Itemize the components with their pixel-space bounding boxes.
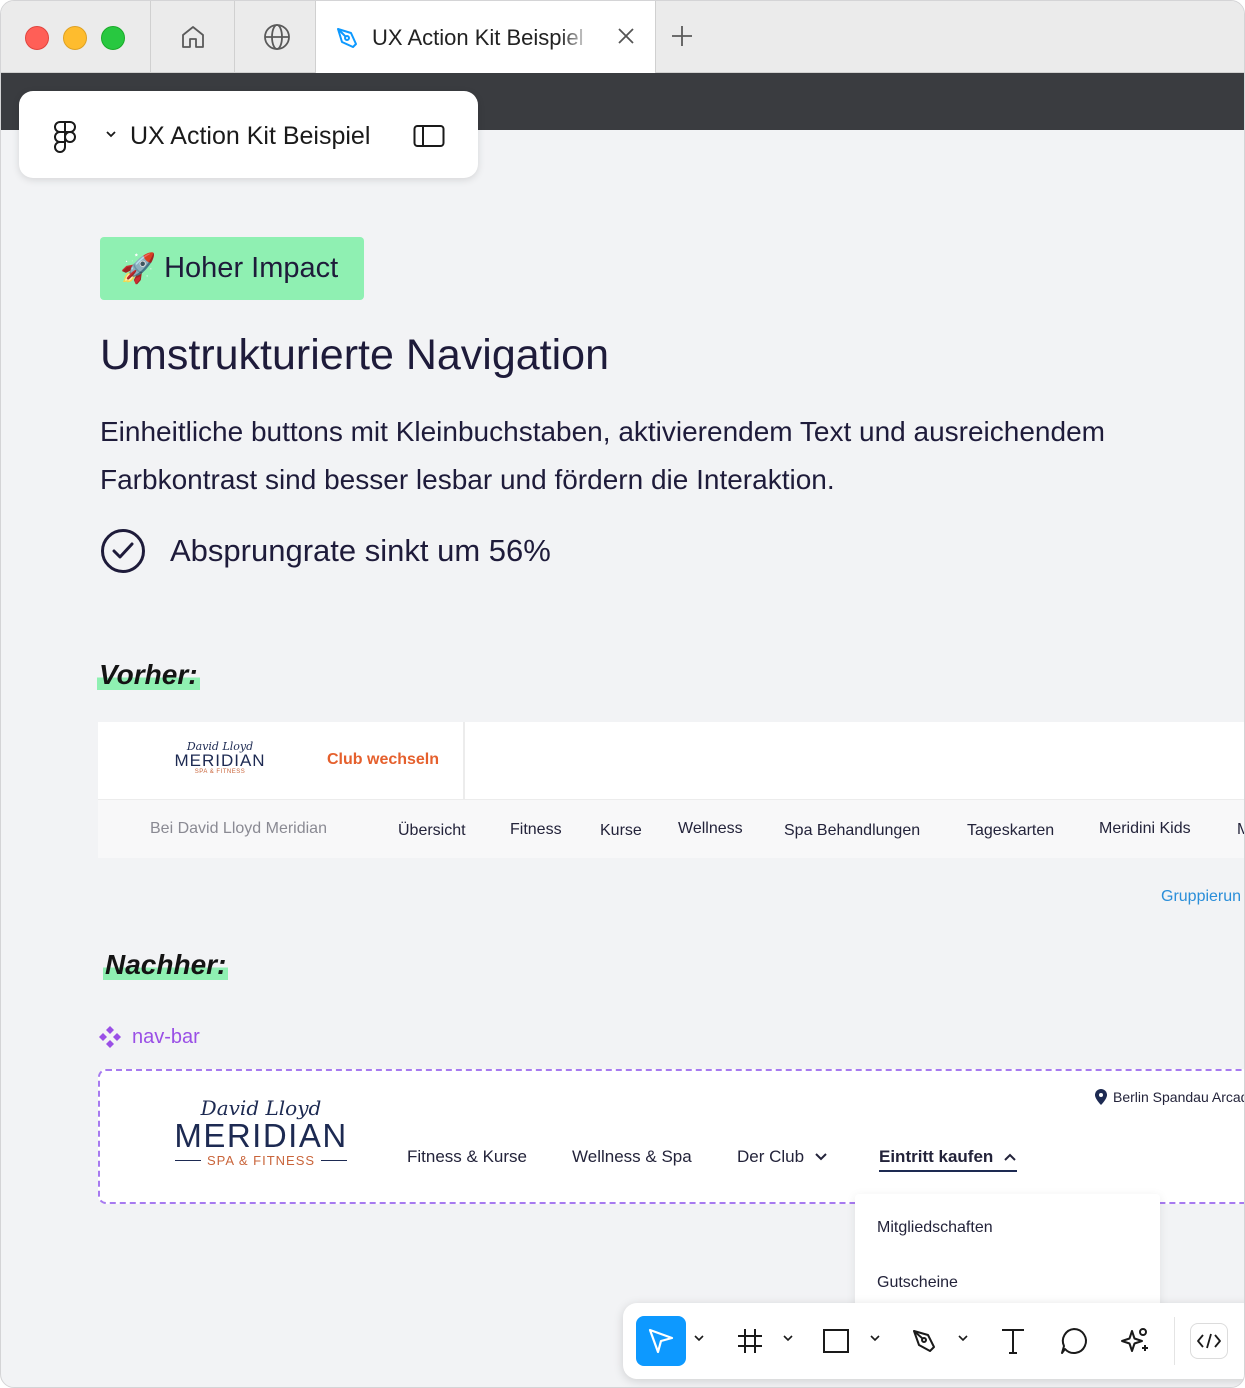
map-pin-icon [1095, 1089, 1107, 1105]
sidebar-toggle-icon[interactable] [413, 124, 445, 148]
nav-item-wellness[interactable]: Wellness & Spa [572, 1147, 692, 1167]
figma-logo-icon[interactable] [53, 121, 77, 153]
after-navigation[interactable]: David Lloyd MERIDIAN SPA & FITNESS Berli… [98, 1069, 1245, 1204]
badge-label: Hoher Impact [164, 252, 339, 284]
bottom-toolbar [623, 1303, 1244, 1379]
before-label-text: Vorher: [97, 659, 200, 690]
old-nav-item[interactable]: Fitness [510, 821, 562, 839]
close-icon[interactable] [615, 25, 637, 47]
component-icon [99, 1026, 121, 1048]
new-logo-script: David Lloyd [200, 1096, 322, 1120]
text-tool-button[interactable] [988, 1316, 1038, 1366]
toolbar-divider [1174, 1317, 1175, 1365]
browser-window: UX Action Kit Beispiel UX Action Kit Bei… [0, 0, 1245, 1388]
chevron-down-icon[interactable] [694, 1334, 704, 1342]
divider [463, 722, 465, 799]
pen-nib-icon [337, 27, 357, 48]
new-logo-sub-text: SPA & FITNESS [206, 1153, 316, 1168]
code-icon [1197, 1333, 1221, 1349]
comment-icon [1061, 1328, 1087, 1354]
home-tab[interactable] [150, 1, 234, 73]
location-text: Berlin Spandau Arcad [1113, 1089, 1245, 1105]
old-nav-item[interactable]: Spa Behandlungen [784, 822, 920, 840]
tab-bar: UX Action Kit Beispiel [1, 1, 1244, 74]
close-window-button[interactable] [25, 26, 49, 50]
chevron-down-icon [815, 1153, 827, 1161]
frame-icon [738, 1329, 762, 1353]
chevron-up-icon [1004, 1153, 1017, 1161]
chevron-down-icon[interactable] [105, 129, 117, 139]
old-nav-item[interactable]: Meridini Kids [1099, 820, 1191, 838]
shape-tool-button[interactable] [811, 1316, 861, 1366]
logo-rule [174, 1160, 201, 1161]
frame-tool-button[interactable] [725, 1316, 775, 1366]
tab-title: UX Action Kit Beispiel [372, 24, 584, 50]
dev-mode-button[interactable] [1190, 1323, 1228, 1359]
chevron-down-icon[interactable] [958, 1334, 968, 1342]
globe-icon [263, 24, 290, 50]
text-icon [1002, 1329, 1024, 1354]
nav-item-tickets-label: Eintritt kaufen [879, 1147, 994, 1166]
location-label[interactable]: Berlin Spandau Arcad [1095, 1089, 1245, 1105]
logo-rule [321, 1160, 348, 1161]
check-circle-icon [101, 529, 145, 573]
cursor-icon [648, 1328, 674, 1354]
pen-icon [913, 1330, 935, 1352]
after-label: Nachher: [103, 949, 229, 981]
pen-tool-button[interactable] [900, 1316, 950, 1366]
old-nav-item[interactable]: Kurse [600, 822, 642, 840]
new-logo-brand: MERIDIAN [174, 1117, 348, 1154]
old-nav-item[interactable]: Übersicht [398, 822, 466, 840]
page-title: Umstrukturierte Navigation [100, 331, 610, 379]
chevron-down-icon[interactable] [783, 1334, 793, 1342]
actions-tool-button[interactable] [1110, 1316, 1160, 1366]
old-nav-item[interactable]: Tageskarten [967, 822, 1054, 840]
maximize-window-button[interactable] [101, 26, 125, 50]
nav-item-club-label: Der Club [737, 1147, 805, 1166]
component-label[interactable]: nav-bar [98, 1025, 200, 1049]
home-icon [181, 26, 204, 48]
rectangle-icon [823, 1329, 849, 1353]
result-text: Absprungrate sinkt um 56% [170, 533, 551, 568]
move-tool-button[interactable] [636, 1316, 686, 1366]
dropdown-item-memberships[interactable]: Mitgliedschaften [877, 1219, 993, 1237]
rocket-icon: 🚀 [120, 252, 157, 285]
chevron-down-icon[interactable] [870, 1334, 880, 1342]
dropdown-item-vouchers[interactable]: Gutscheine [877, 1274, 958, 1292]
result-row: Absprungrate sinkt um 56% [100, 528, 551, 574]
tab-file[interactable]: UX Action Kit Beispiel [315, 1, 656, 74]
community-tab[interactable] [234, 1, 318, 73]
club-switch-link[interactable]: Club wechseln [327, 751, 439, 769]
old-logo-brand: MERIDIAN [174, 751, 266, 770]
impact-badge: 🚀 Hoher Impact [100, 237, 364, 300]
comment-tool-button[interactable] [1049, 1316, 1099, 1366]
description: Einheitliche buttons mit Kleinbuchstaben… [100, 416, 1105, 495]
new-logo-sub: SPA & FITNESS [174, 1153, 348, 1168]
nav-item-club[interactable]: Der Club [737, 1147, 828, 1167]
after-label-text: Nachher: [103, 949, 229, 980]
new-tab-icon[interactable] [669, 23, 695, 49]
file-title[interactable]: UX Action Kit Beispiel [130, 122, 370, 151]
old-nav-item[interactable]: M [1237, 821, 1244, 839]
sparkle-icon [1121, 1328, 1148, 1352]
grouping-link[interactable]: Gruppierun [1161, 888, 1241, 906]
new-logo[interactable]: David Lloyd MERIDIAN SPA & FITNESS [174, 1097, 348, 1168]
old-nav-item[interactable]: Bei David Lloyd Meridian [150, 820, 327, 838]
tickets-dropdown: Mitgliedschaften Gutscheine [855, 1194, 1160, 1314]
before-label: Vorher: [97, 659, 200, 691]
old-logo[interactable]: David Lloyd MERIDIAN SPA & FITNESS [174, 740, 266, 775]
nav-item-fitness[interactable]: Fitness & Kurse [407, 1147, 527, 1167]
minimize-window-button[interactable] [63, 26, 87, 50]
nav-item-tickets[interactable]: Eintritt kaufen [879, 1147, 1018, 1172]
old-nav-item[interactable]: Wellness [678, 820, 743, 838]
file-menu-card: UX Action Kit Beispiel [19, 91, 478, 178]
component-name: nav-bar [132, 1025, 200, 1048]
before-navigation: David Lloyd MERIDIAN SPA & FITNESS Club … [98, 722, 1244, 858]
